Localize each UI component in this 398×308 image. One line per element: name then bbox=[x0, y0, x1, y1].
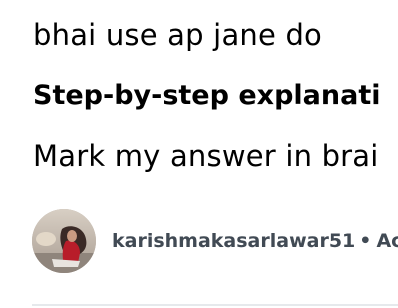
separator-dot: • bbox=[359, 230, 372, 252]
step-by-step-heading: Step-by-step explanati bbox=[33, 80, 381, 111]
answer-text-line: bhai use ap jane do bbox=[33, 18, 322, 52]
user-avatar-icon[interactable] bbox=[32, 209, 96, 273]
answer-text-line: Mark my answer in brai bbox=[33, 139, 379, 173]
answerer-meta: karishmakasarlawar51 • Ac bbox=[112, 227, 398, 255]
username-link[interactable]: karishmakasarlawar51 bbox=[112, 230, 355, 252]
section-divider bbox=[32, 304, 398, 306]
rank-label: Ac bbox=[376, 230, 398, 252]
answerer-row: karishmakasarlawar51 • Ac bbox=[32, 209, 398, 273]
